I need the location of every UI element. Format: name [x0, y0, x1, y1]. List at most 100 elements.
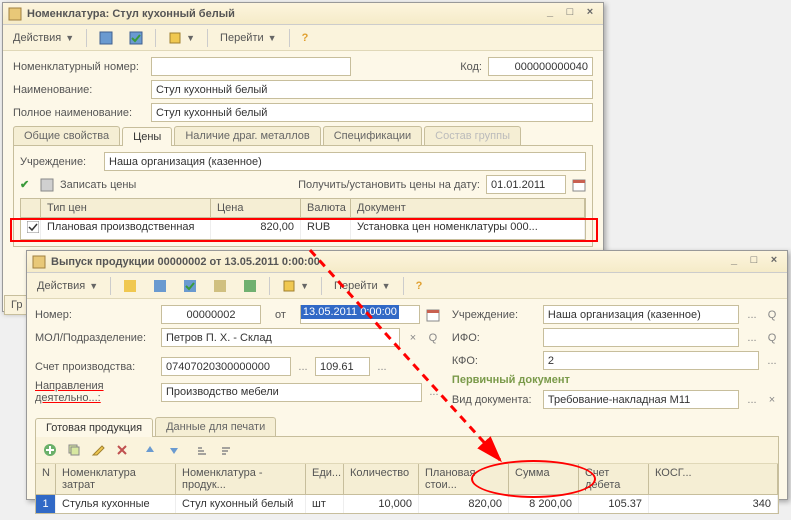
goto-menu[interactable]: Перейти▼ [214, 30, 283, 46]
org-label: Учреждение: [452, 309, 537, 321]
col-currency[interactable]: Валюта [301, 199, 351, 217]
price-grid: Тип цен Цена Валюта Документ Плановая пр… [20, 198, 586, 240]
col-pricetype[interactable]: Тип цен [41, 199, 211, 217]
price-row[interactable]: Плановая производственная 820,00 RUB Уст… [21, 218, 585, 239]
tab-print-data[interactable]: Данные для печати [155, 417, 276, 436]
code-label: Код: [460, 61, 482, 73]
checkbox-icon[interactable] [27, 221, 39, 233]
tab-bar: Готовая продукция Данные для печати [35, 417, 779, 437]
calendar-icon[interactable] [572, 178, 586, 192]
date-input[interactable]: 13.05.2011 0:00:00 [300, 305, 420, 324]
col-unit[interactable]: Еди... [306, 464, 344, 494]
actions-menu[interactable]: Действия▼ [7, 30, 80, 46]
close-button[interactable]: × [581, 6, 599, 22]
edit-row-icon[interactable] [88, 440, 108, 460]
fullname-input[interactable] [151, 103, 593, 122]
grid-toolbar [36, 437, 778, 464]
doctype-label: Вид документа: [452, 394, 537, 406]
fullname-label: Полное наименование: [13, 107, 145, 119]
ifo-input[interactable] [543, 328, 739, 347]
col-costnom[interactable]: Номенклатура затрат [56, 464, 176, 494]
move-down-icon[interactable] [164, 440, 184, 460]
save-close-icon[interactable] [177, 277, 203, 295]
cell-currency: RUB [301, 218, 351, 239]
toolbar: Действия▼ ▼ Перейти▼ ? [27, 273, 787, 299]
spreadsheet-icon[interactable] [237, 277, 263, 295]
actions-menu[interactable]: Действия▼ [31, 278, 104, 294]
help-icon[interactable]: ? [410, 278, 429, 294]
col-plancost[interactable]: Плановая стои... [419, 464, 509, 494]
account-code-input[interactable] [315, 357, 370, 376]
kfo-input[interactable] [543, 351, 759, 370]
minimize-button[interactable]: _ [541, 6, 559, 22]
col-qty[interactable]: Количество [344, 464, 419, 494]
org-input[interactable] [104, 152, 586, 171]
post-icon[interactable] [117, 277, 143, 295]
tab-metals[interactable]: Наличие драг. металлов [174, 126, 320, 145]
col-sum[interactable]: Сумма [509, 464, 579, 494]
cell-price: 820,00 [211, 218, 301, 239]
finance-icon[interactable] [207, 277, 233, 295]
help-icon[interactable]: ? [296, 30, 315, 46]
cell-pricetype: Плановая производственная [41, 218, 211, 239]
primary-doc-heading: Первичный документ [452, 374, 570, 386]
col-price[interactable]: Цена [211, 199, 301, 217]
cell-doc: Установка цен номенклатуры 000... [351, 218, 585, 239]
tab-specs[interactable]: Спецификации [323, 126, 422, 145]
save-close-icon[interactable] [123, 29, 149, 47]
col-n[interactable]: N [36, 464, 56, 494]
save-prices-icon[interactable] [40, 178, 54, 192]
toolbar: Действия▼ ▼ Перейти▼ ? [3, 25, 603, 51]
cell-debit: 105.37 [579, 495, 649, 513]
date-input[interactable] [486, 175, 566, 194]
product-row[interactable]: 1 Стулья кухонные Стул кухонный белый шт… [36, 495, 778, 513]
minimize-button[interactable]: _ [725, 254, 743, 270]
mol-input[interactable] [161, 328, 400, 347]
directions-input[interactable] [161, 383, 422, 402]
add-row-icon[interactable] [40, 440, 60, 460]
maximize-button[interactable]: □ [561, 6, 579, 22]
tab-prices[interactable]: Цены [122, 127, 172, 146]
from-label: от [275, 309, 286, 321]
col-doc[interactable]: Документ [351, 199, 585, 217]
save-prices-label: Записать цены [60, 179, 136, 191]
cell-unit: шт [306, 495, 344, 513]
tab-products[interactable]: Готовая продукция [35, 418, 153, 437]
kfo-label: КФО: [452, 355, 537, 367]
cell-sum: 8 200,00 [509, 495, 579, 513]
sort-desc-icon[interactable] [216, 440, 236, 460]
apply-icon[interactable]: ✔ [20, 178, 34, 192]
responsible-icon[interactable]: ▼ [276, 277, 315, 295]
account-input[interactable] [161, 357, 291, 376]
maximize-button[interactable]: □ [745, 254, 763, 270]
product-output-window: Выпуск продукции 00000002 от 13.05.2011 … [26, 250, 788, 500]
org-input[interactable] [543, 305, 739, 324]
org-label: Учреждение: [20, 156, 98, 168]
code-input[interactable] [488, 57, 593, 76]
col-debit[interactable]: Счет дебета [579, 464, 649, 494]
number-input[interactable] [161, 305, 261, 324]
window-title: Выпуск продукции 00000002 от 13.05.2011 … [51, 256, 320, 268]
nom-number-input[interactable] [151, 57, 351, 76]
copy-row-icon[interactable] [64, 440, 84, 460]
move-up-icon[interactable] [140, 440, 160, 460]
tab-bar: Общие свойства Цены Наличие драг. металл… [13, 126, 593, 146]
cell-kosgu: 340 [649, 495, 778, 513]
close-button[interactable]: × [765, 254, 783, 270]
tab-group: Состав группы [424, 126, 521, 145]
col-prodnom[interactable]: Номенклатура - продук... [176, 464, 306, 494]
name-input[interactable] [151, 80, 593, 99]
record-icon[interactable] [147, 277, 173, 295]
tab-general[interactable]: Общие свойства [13, 126, 120, 145]
delete-row-icon[interactable] [112, 440, 132, 460]
doctype-input[interactable] [543, 390, 739, 409]
responsible-icon[interactable]: ▼ [162, 29, 201, 47]
save-icon[interactable] [93, 29, 119, 47]
sort-asc-icon[interactable] [192, 440, 212, 460]
window-title: Номенклатура: Стул кухонный белый [27, 8, 235, 20]
name-label: Наименование: [13, 84, 145, 96]
calendar-icon[interactable] [426, 308, 440, 322]
goto-menu[interactable]: Перейти▼ [328, 278, 397, 294]
cell-qty: 10,000 [344, 495, 419, 513]
col-kosgu[interactable]: КОСГ... [649, 464, 778, 494]
